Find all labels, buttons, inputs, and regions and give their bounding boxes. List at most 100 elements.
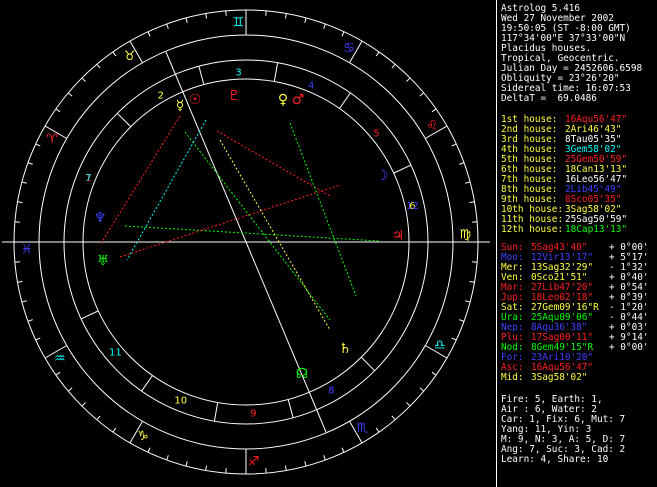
- degree-tick: [55, 108, 61, 113]
- house-cusp-line: [198, 66, 205, 85]
- degree-tick: [112, 427, 117, 433]
- degree-tick: [55, 371, 61, 376]
- sign-glyph-icon: ♐: [248, 454, 260, 469]
- planet-latitude: + 0°00': [609, 342, 649, 353]
- planet-glyph-icon: ♃: [392, 228, 405, 244]
- degree-tick: [112, 51, 117, 57]
- degree-tick: [35, 143, 41, 147]
- degree-tick: [323, 455, 326, 461]
- aspect-line: [119, 184, 341, 258]
- sign-glyph-icon: ♌: [426, 119, 438, 134]
- degree-tick: [375, 427, 380, 433]
- sign-glyph-icon: ♓: [21, 243, 33, 258]
- degree-tick: [406, 77, 411, 82]
- degree-tick: [469, 201, 475, 204]
- house-cusp-value: 18Cap13'13": [565, 224, 628, 235]
- degree-tick: [67, 387, 73, 392]
- degree-tick: [17, 280, 23, 283]
- degree-tick: [465, 300, 471, 303]
- sign-glyph-icon: ♑: [137, 429, 149, 444]
- degree-tick: [96, 63, 101, 69]
- planet-glyph-icon: ♄: [339, 341, 352, 357]
- degree-tick: [406, 402, 411, 407]
- sign-glyph-icon: ♋: [343, 41, 355, 56]
- degree-tick: [451, 337, 457, 341]
- house-number-label: 9: [250, 408, 256, 419]
- house-cusp-line: [339, 92, 351, 109]
- degree-tick: [431, 371, 437, 376]
- house-number-label: 4: [308, 80, 314, 91]
- degree-tick: [27, 319, 33, 322]
- house-number-label: 11: [109, 348, 122, 359]
- degree-tick: [81, 77, 86, 82]
- sign-glyph-icon: ♈: [46, 132, 58, 147]
- degree-tick: [21, 300, 27, 303]
- planet-glyph-icon: ☉: [189, 92, 202, 108]
- planet-glyph-icon: ♇: [228, 88, 241, 104]
- planet-glyph-icon: ♂: [292, 92, 305, 108]
- planet-glyph-icon: ☽: [376, 168, 389, 184]
- info-panel: Astrolog 5.416 Wed 27 November 2002 19:5…: [496, 0, 657, 487]
- degree-tick: [166, 23, 169, 29]
- planet-name: Mid:: [501, 372, 524, 383]
- chart-wheel: ♈♉♊♋♌♍♎♏♐♑♒♓123456789101112☉☽☿ ♀ ♂♃♄♅♆♇☊: [2, 9, 490, 475]
- aspect-line: [99, 115, 181, 246]
- house-number-label: 2: [158, 90, 164, 101]
- sign-glyph-icon: ♎: [434, 338, 446, 353]
- house-number-label: 12: [406, 201, 419, 212]
- degree-tick: [17, 201, 23, 204]
- house-cusp-line: [213, 402, 219, 422]
- degree-tick: [67, 92, 73, 97]
- degree-tick: [419, 92, 425, 97]
- degree-tick: [459, 319, 465, 322]
- degree-tick: [431, 108, 437, 113]
- house-cusp-line: [360, 356, 376, 372]
- degree-tick: [459, 162, 465, 165]
- aspect-line: [216, 130, 331, 197]
- house-cusp-line: [80, 310, 99, 320]
- house-number-label: 10: [174, 396, 187, 407]
- degree-tick: [469, 280, 475, 283]
- planet-glyph-icon: ☿: [176, 98, 185, 114]
- summary-line: Learn: 4, Share: 10: [501, 454, 609, 465]
- planet-glyph-icon: ♅: [97, 253, 110, 269]
- house-cusp-line: [287, 399, 294, 418]
- degree-tick: [284, 13, 287, 19]
- degree-tick: [341, 447, 345, 453]
- degree-tick: [205, 13, 208, 19]
- degree-tick: [147, 447, 151, 453]
- house-label: 12th house:: [501, 224, 564, 235]
- planet-position: 3Sag58'02": [531, 372, 588, 383]
- house-cusp-line: [141, 375, 153, 392]
- degree-tick: [96, 415, 101, 421]
- house-cusp-line: [393, 164, 412, 174]
- house-number-label: 5: [373, 128, 379, 139]
- sign-glyph-icon: ♍: [460, 227, 472, 242]
- degree-tick: [375, 51, 380, 57]
- sign-glyph-icon: ♊: [233, 16, 245, 31]
- degree-tick: [284, 465, 287, 471]
- house-number-label: 8: [328, 386, 334, 397]
- degree-tick: [465, 181, 471, 184]
- degree-tick: [451, 143, 457, 147]
- sign-glyph-icon: ♏: [356, 421, 368, 436]
- degree-tick: [81, 402, 86, 407]
- sign-glyph-icon: ♉: [124, 49, 136, 64]
- planet-glyph-icon: ♆: [94, 210, 107, 226]
- degree-tick: [304, 461, 307, 467]
- planet-glyph-icon: ♀: [278, 92, 288, 108]
- planet-glyph-icon: ☊: [296, 366, 308, 382]
- aspect-line: [184, 131, 331, 321]
- degree-tick: [166, 455, 169, 461]
- degree-tick: [391, 415, 396, 421]
- degree-tick: [391, 63, 396, 69]
- degree-tick: [27, 162, 33, 165]
- degree-tick: [147, 31, 151, 37]
- degree-tick: [323, 23, 326, 29]
- info-line-deltat: DeltaT = 69.0486: [501, 93, 597, 104]
- degree-tick: [185, 461, 188, 467]
- aspect-line: [289, 122, 357, 297]
- aspect-line: [124, 225, 381, 242]
- degree-tick: [341, 31, 345, 37]
- sign-glyph-icon: ♒: [54, 351, 66, 366]
